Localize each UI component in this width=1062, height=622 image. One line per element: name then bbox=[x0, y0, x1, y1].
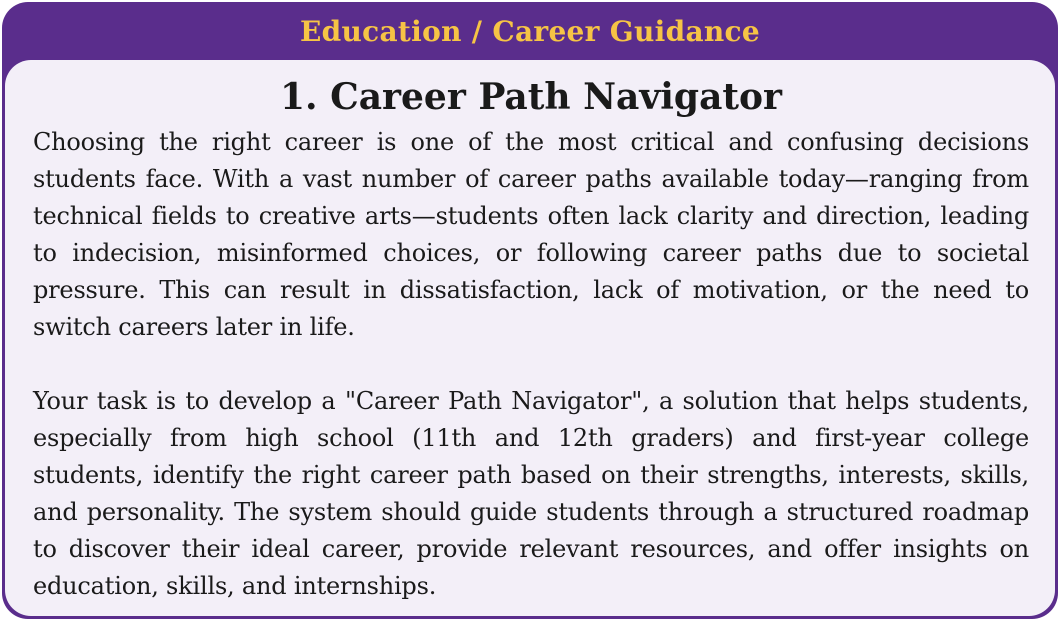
problem-paragraph-task: Your task is to develop a "Career Path N… bbox=[33, 387, 1029, 600]
problem-paragraph-context: Choosing the right career is one of the … bbox=[33, 128, 1029, 341]
category-title: Education / Career Guidance bbox=[299, 14, 761, 48]
problem-card: Education / Career Guidance 1. Career Pa… bbox=[2, 2, 1058, 619]
problem-title: 1. Career Path Navigator bbox=[279, 76, 783, 118]
problem-panel: 1. Career Path Navigator Choosing the ri… bbox=[5, 60, 1055, 616]
category-header: Education / Career Guidance bbox=[2, 2, 1058, 60]
